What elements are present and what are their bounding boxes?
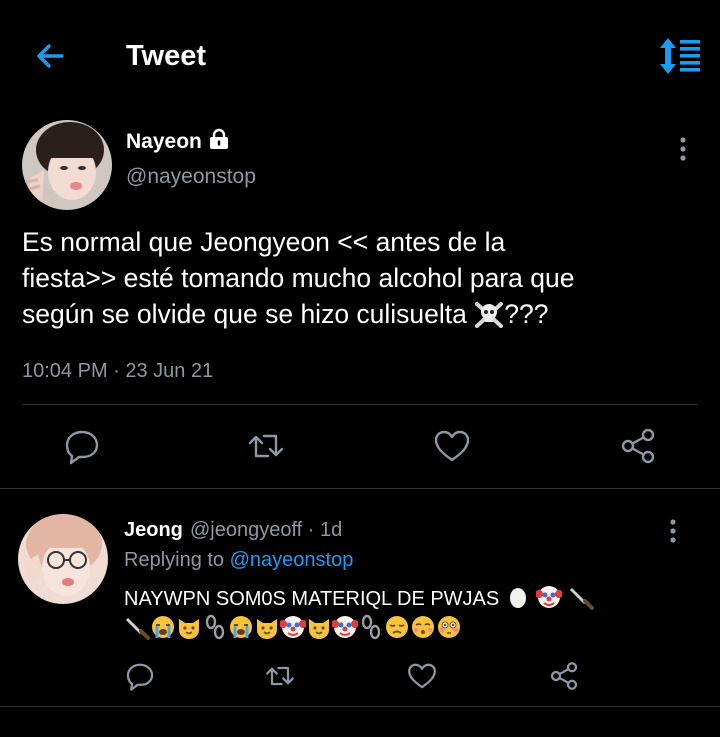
tweet-text-line: según se olvide que se hizo culisuelta ?…	[22, 296, 702, 332]
back-button[interactable]	[30, 36, 70, 76]
flushed-emoji	[438, 616, 460, 638]
like-button[interactable]	[432, 426, 472, 466]
page-title: Tweet	[126, 40, 207, 72]
reply-like-button[interactable]	[406, 660, 438, 692]
like-icon	[408, 663, 436, 689]
reply-retweet-button[interactable]	[264, 660, 296, 692]
disappointed-emoji	[386, 616, 408, 638]
main-tweet: Nayeon @nayeonstop Es normal que Jeongye…	[0, 110, 720, 488]
share-icon	[621, 428, 655, 464]
sort-button[interactable]	[654, 36, 702, 76]
share-icon	[550, 662, 578, 690]
knife-emoji	[569, 588, 594, 610]
reply-icon	[65, 430, 99, 465]
reply-handle-time[interactable]: @jeongyeoff · 1d	[190, 518, 342, 542]
share-button[interactable]	[618, 426, 658, 466]
retweet-icon	[248, 434, 284, 458]
divider	[0, 488, 720, 489]
retweet-icon	[266, 666, 294, 686]
divider	[22, 404, 698, 405]
tweet-text: Es normal que Jeongyeon << antes de la f…	[22, 224, 702, 332]
reply-author-name[interactable]: Jeong	[124, 518, 183, 542]
author-handle[interactable]: @nayeonstop	[126, 164, 256, 190]
chains-emoji	[205, 614, 225, 640]
tweet-text-segment: ???	[504, 299, 549, 329]
retweet-button[interactable]	[246, 426, 286, 466]
reply-button[interactable]	[62, 426, 102, 466]
tweet-text-line: fiesta>> esté tomando mucho alcohol para…	[22, 263, 575, 293]
tweet-timestamp: 10:04 PM · 23 Jun 21	[22, 360, 214, 382]
author-name-text: Nayeon	[126, 130, 202, 153]
reply-reply-button[interactable]	[124, 660, 156, 692]
reply-text: NAYWPN SOM0S MATERIQL DE PWJAS	[124, 584, 684, 644]
cat-emoji	[257, 619, 277, 639]
crying-emoji	[152, 616, 174, 638]
tweet-text-segment: según se olvide que se hizo culisuelta	[22, 299, 475, 329]
more-vertical-icon	[680, 137, 686, 161]
cat-emoji	[309, 619, 329, 639]
knife-emoji	[126, 618, 150, 640]
kissing-emoji	[412, 616, 434, 638]
top-app-bar: Tweet	[0, 0, 720, 110]
reply-emoji-line	[124, 614, 684, 644]
reply-share-button[interactable]	[548, 660, 580, 692]
reply-text-content: NAYWPN SOM0S MATERIQL DE PWJAS	[124, 588, 500, 610]
cat-emoji	[179, 619, 199, 639]
chains-emoji	[361, 614, 381, 640]
reply-more-options-button[interactable]	[663, 516, 683, 546]
like-icon	[434, 430, 470, 462]
crying-emoji	[230, 616, 252, 638]
reply-icon	[126, 663, 154, 691]
replying-to-label: Replying to	[124, 549, 230, 571]
tweet-text-line: Es normal que Jeongyeon << antes de la	[22, 227, 506, 257]
clown-emoji	[536, 586, 563, 608]
clown-emoji	[332, 616, 358, 638]
egg-emoji	[509, 588, 526, 608]
avatar[interactable]	[22, 120, 112, 210]
skull-crossbones-icon	[475, 302, 504, 328]
replying-to-link[interactable]: @nayeonstop	[230, 549, 354, 571]
clown-emoji	[280, 616, 306, 638]
arrow-left-icon	[37, 44, 64, 68]
more-vertical-icon	[670, 519, 676, 543]
divider	[0, 706, 720, 707]
avatar-photo	[22, 120, 112, 210]
avatar-photo	[18, 514, 108, 604]
sort-icon	[660, 38, 700, 74]
replying-to: Replying to @nayeonstop	[124, 548, 353, 572]
reply-text-line: NAYWPN SOM0S MATERIQL DE PWJAS	[124, 584, 684, 614]
lock-icon	[209, 128, 228, 149]
more-options-button[interactable]	[673, 134, 693, 164]
author-name[interactable]: Nayeon	[126, 128, 230, 155]
reply-avatar[interactable]	[18, 514, 108, 604]
